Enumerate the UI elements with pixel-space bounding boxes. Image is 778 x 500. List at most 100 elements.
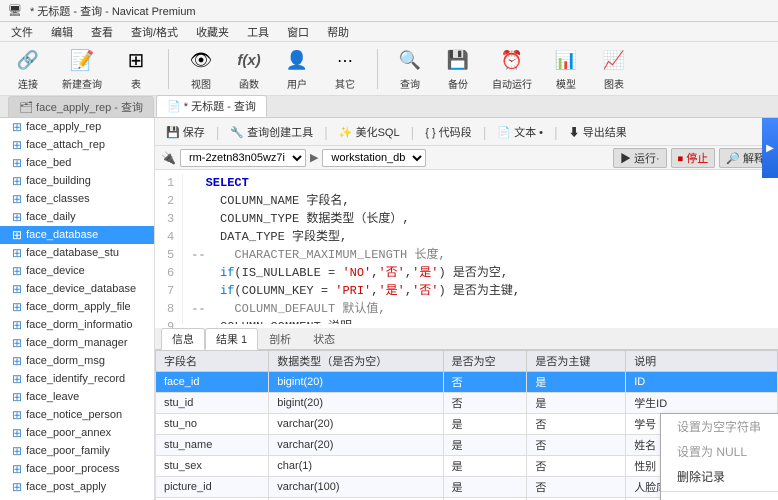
table-icon: ⊞ [12,336,22,350]
toolbar-chart[interactable]: 📈 图表 [594,45,634,93]
title-text: * 无标题 - 查询 - Navicat Premium [30,3,196,19]
menu-view[interactable]: 查看 [88,23,116,41]
sidebar-item-face-post-apply[interactable]: ⊞ face_post_apply [0,478,154,496]
table-icon: ⊞ [12,228,22,242]
conn-icon: 🔌 [161,151,176,165]
toolbar-backup[interactable]: 💾 备份 [438,45,478,93]
table-row[interactable]: stu_id bigint(20) 否 是 学生ID [156,393,778,414]
sidebar-item-face-attach-rep[interactable]: ⊞ face_attach_rep [0,136,154,154]
sidebar-item-face-apply-rep[interactable]: ⊞ face_apply_rep [0,118,154,136]
sql-editor[interactable]: 12345 6789 SELECT COLUMN_NAME 字段名, COLUM… [155,170,778,328]
ctx-set-empty-string[interactable]: 设置为空字符串 [661,414,778,439]
toolbar-table[interactable]: ⊞ 表 [116,45,156,93]
toolbar-query[interactable]: 🔍 查询 [390,45,430,93]
sidebar-item-face-notice-person[interactable]: ⊞ face_notice_person [0,406,154,424]
context-menu: 设置为空字符串 设置为 NULL 删除记录 复制 复制为 粘贴 显示 ▶ [660,413,778,500]
tab-face-apply-rep[interactable]: 🗂 face_apply_rep - 查询 [8,96,154,117]
sidebar-item-face-poor-annex[interactable]: ⊞ face_poor_annex [0,424,154,442]
sidebar-item-face-dorm-manager[interactable]: ⊞ face_dorm_manager [0,334,154,352]
sidebar-item-face-dorm-apply-file[interactable]: ⊞ face_dorm_apply_file [0,298,154,316]
model-icon: 📊 [552,47,580,75]
menu-favorites[interactable]: 收藏夹 [193,23,232,41]
tab-result-1[interactable]: 结果 1 [205,328,258,350]
toolbar-user[interactable]: 👤 用户 [277,45,317,93]
ctx-set-null[interactable]: 设置为 NULL [661,439,778,464]
query-icon: 🔍 [396,47,424,75]
table-icon: ⊞ [12,354,22,368]
sidebar-item-face-daily[interactable]: ⊞ face_daily [0,208,154,226]
sidebar-item-face-poor-family[interactable]: ⊞ face_poor_family [0,442,154,460]
code-content[interactable]: SELECT COLUMN_NAME 字段名, COLUMN_TYPE 数据类型… [191,174,774,324]
toolbar-other[interactable]: ⋯ 其它 [325,45,365,93]
tab-profile[interactable]: 剖析 [258,328,302,350]
table-icon: ⊞ [12,408,22,422]
save-button[interactable]: 💾 保存 [161,123,210,141]
tab-status[interactable]: 状态 [302,328,346,350]
menu-window[interactable]: 窗口 [284,23,312,41]
toolbar-view[interactable]: 👁 视图 [181,45,221,93]
sidebar-item-face-building[interactable]: ⊞ face_building [0,172,154,190]
toolbar-connect[interactable]: 🔗 连接 [8,45,48,93]
sidebar-item-face-dorm-information[interactable]: ⊞ face_dorm_informatio [0,316,154,334]
table-icon: ⊞ [12,138,22,152]
sidebar-item-face-identify-record[interactable]: ⊞ face_identify_record [0,370,154,388]
tab-untitled-query[interactable]: 📄 * 无标题 - 查询 [156,95,267,117]
sidebar-item-face-device-database[interactable]: ⊞ face_device_database [0,280,154,298]
toolbar-autorun[interactable]: ⏰ 自动运行 [486,45,538,93]
code-segment-button[interactable]: { } 代码段 [420,123,476,141]
sidebar-item-face-dorm-msg[interactable]: ⊞ face_dorm_msg [0,352,154,370]
stop-button[interactable]: ⏹ 停止 [671,148,716,168]
table-icon: ⊞ [12,246,22,260]
sidebar: ⊞ face_apply_rep ⊞ face_attach_rep ⊞ fac… [0,118,155,500]
tab-info[interactable]: 信息 [161,328,205,350]
export-results-button[interactable]: ⬇ 导出结果 [564,123,632,141]
run-button[interactable]: ▶ 运行· [613,148,667,168]
connection-select[interactable]: rm-2zetn83n05wz7i [180,149,306,167]
beautify-sql-button[interactable]: ✨ 美化SQL [334,123,405,141]
function-icon: f(x) [235,47,263,75]
col-header-type: 数据类型（是否为空） [269,351,443,372]
col-header-nullable: 是否为空 [443,351,527,372]
ctx-divider-1 [661,491,778,492]
content-area: ⊞ face_apply_rep ⊞ face_attach_rep ⊞ fac… [0,118,778,500]
user-icon: 👤 [283,47,311,75]
tab-area: 🗂 face_apply_rep - 查询 📄 * 无标题 - 查询 [0,96,778,118]
title-bar: 🖥 * 无标题 - 查询 - Navicat Premium [0,0,778,22]
sidebar-item-face-post-employment[interactable]: ⊞ face_post_employme [0,496,154,500]
toolbar-new-query[interactable]: 📝 新建查询 [56,45,108,93]
toolbar-divider-1 [168,49,169,89]
table-row[interactable]: face_id bigint(20) 否 是 ID [156,372,778,393]
ctx-copy[interactable]: 复制 [661,494,778,500]
right-hint-panel: ▶ [762,118,778,178]
sidebar-item-face-leave[interactable]: ⊞ face_leave [0,388,154,406]
toolbar-model[interactable]: 📊 模型 [546,45,586,93]
query-builder-button[interactable]: 🔧 查询创建工具 [225,123,318,141]
autorun-icon: ⏰ [498,47,526,75]
query-toolbar: 💾 保存 | 🔧 查询创建工具 | ✨ 美化SQL | { } 代码段 | 📄 … [155,118,778,146]
col-header-field: 字段名 [156,351,269,372]
table-icon: ⊞ [12,426,22,440]
menu-edit[interactable]: 编辑 [48,23,76,41]
arrow-icon: ▶ [310,151,318,164]
menu-query-format[interactable]: 查询/格式 [128,23,181,41]
text-button[interactable]: 📄 文本 • [492,123,548,141]
menu-tools[interactable]: 工具 [244,23,272,41]
table-icon: ⊞ [12,300,22,314]
sidebar-item-face-poor-process[interactable]: ⊞ face_poor_process [0,460,154,478]
sidebar-item-face-classes[interactable]: ⊞ face_classes [0,190,154,208]
menu-bar: 文件 编辑 查看 查询/格式 收藏夹 工具 窗口 帮助 [0,22,778,42]
database-select[interactable]: workstation_db [322,149,426,167]
sidebar-item-face-database[interactable]: ⊞ face_database [0,226,154,244]
toolbar-function[interactable]: f(x) 函数 [229,45,269,93]
sidebar-item-face-database-stu[interactable]: ⊞ face_database_stu [0,244,154,262]
sidebar-item-face-bed[interactable]: ⊞ face_bed [0,154,154,172]
sidebar-item-face-device[interactable]: ⊞ face_device [0,262,154,280]
col-header-desc: 说明 [626,351,778,372]
connect-icon: 🔗 [14,47,42,75]
menu-file[interactable]: 文件 [8,23,36,41]
chart-icon: 📈 [600,47,628,75]
table-icon: ⊞ [12,210,22,224]
table-icon: ⊞ [12,390,22,404]
menu-help[interactable]: 帮助 [324,23,352,41]
ctx-delete-record[interactable]: 删除记录 [661,464,778,489]
